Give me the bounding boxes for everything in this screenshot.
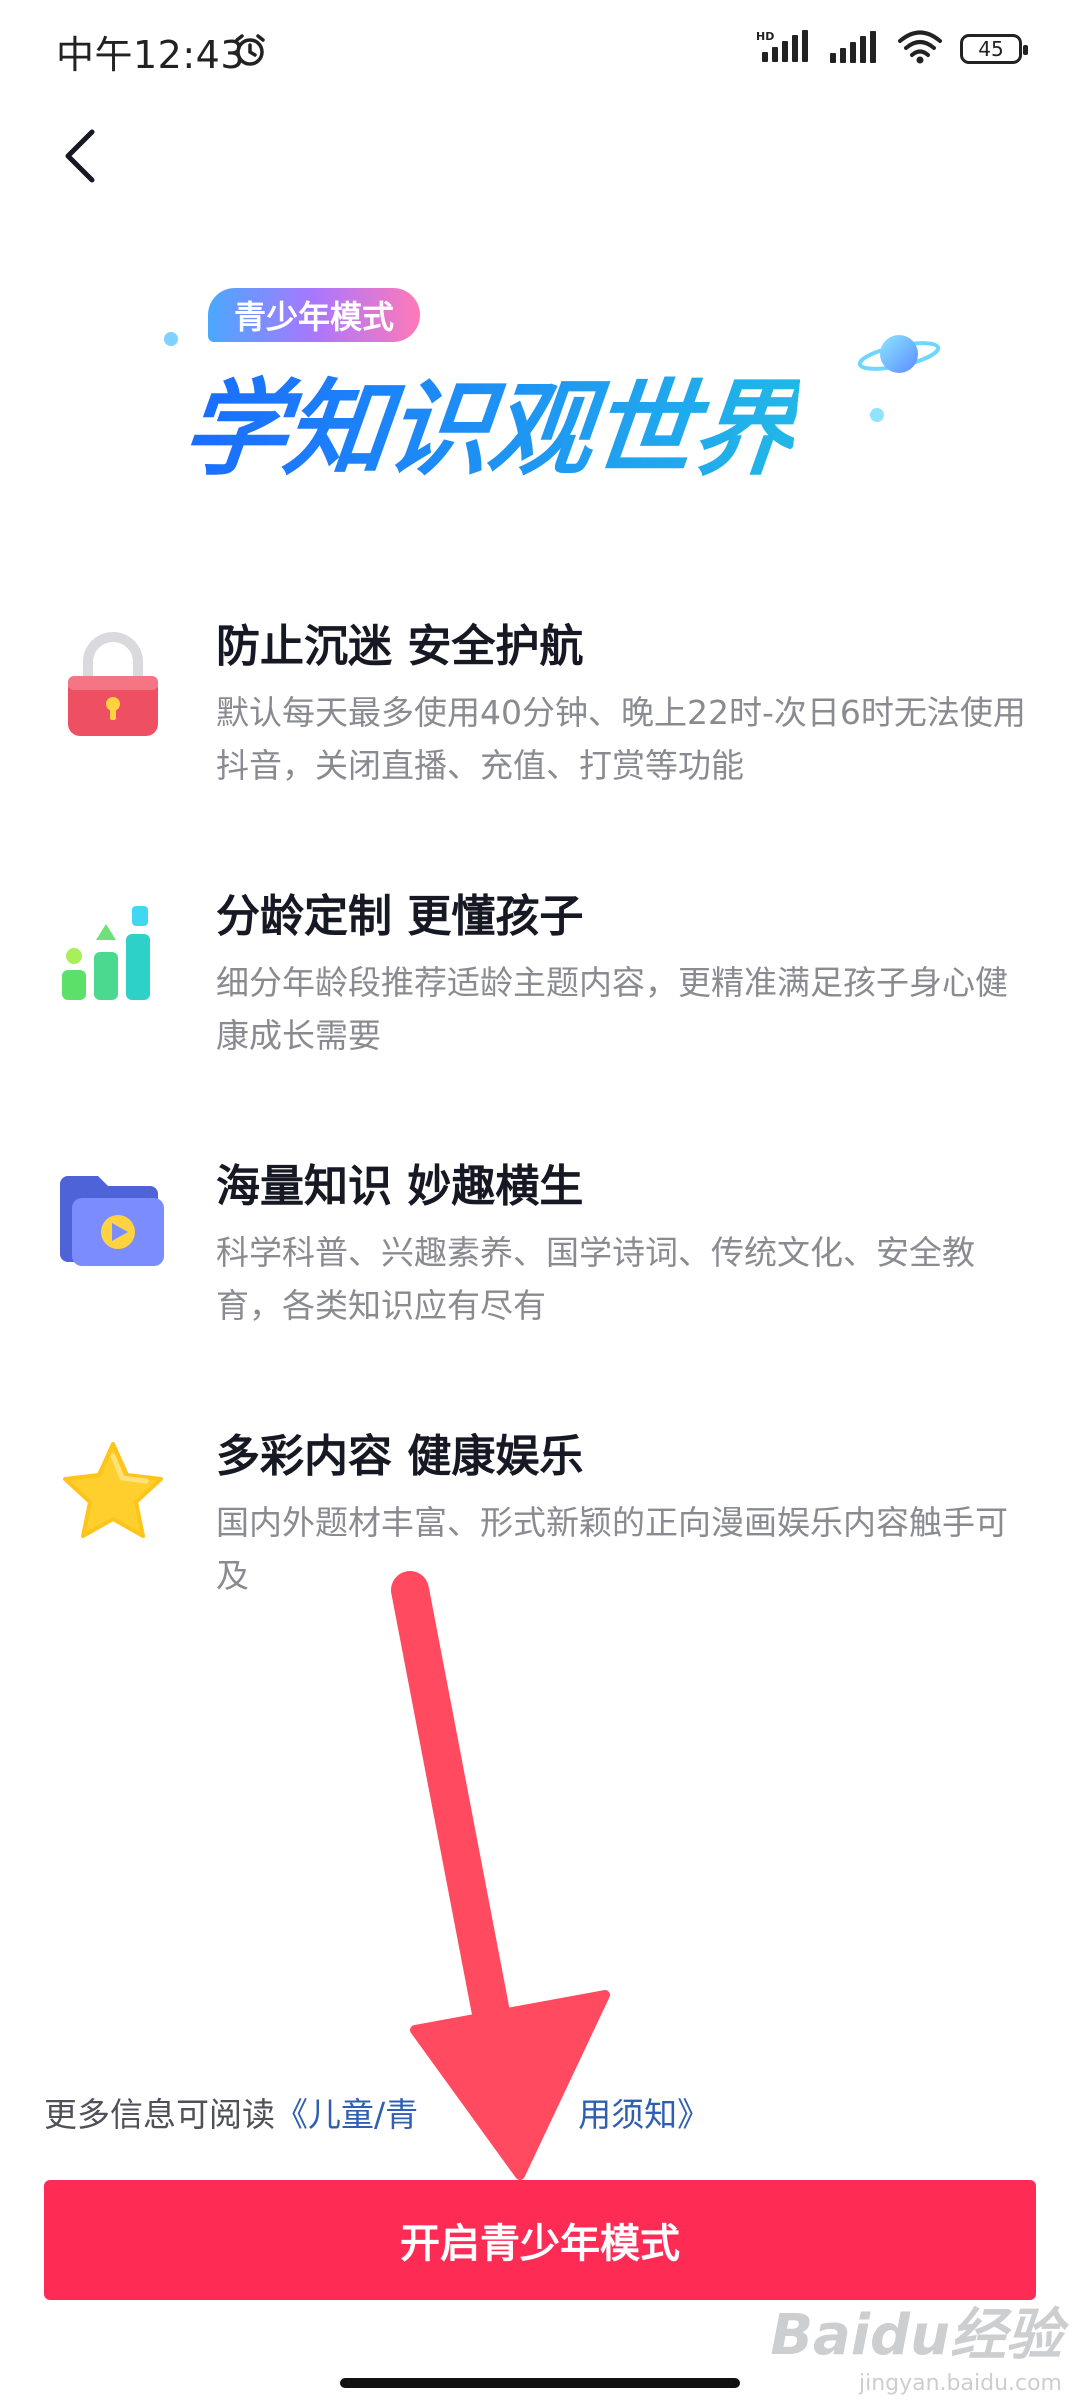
star-icon <box>58 1438 168 1548</box>
video-folder-icon <box>58 1168 168 1278</box>
feature-item: 防止沉迷 安全护航 默认每天最多使用40分钟、晚上22时-次日6时无法使用抖音，… <box>0 610 1080 810</box>
hero-title: 学知识观世界 <box>176 344 804 495</box>
feature-description: 默认每天最多使用40分钟、晚上22时-次日6时无法使用抖音，关闭直播、充值、打赏… <box>216 693 1026 785</box>
chevron-left-icon <box>62 128 98 188</box>
battery-indicator: 45 <box>960 34 1028 64</box>
cellular-signal-icon <box>830 31 880 67</box>
decor-dot <box>870 408 884 422</box>
hero-banner: 青少年模式 学知识观世界 <box>150 280 950 500</box>
baidu-watermark: Baidu经验 jingyan.baidu.com <box>770 2290 1062 2396</box>
back-button[interactable] <box>40 118 120 198</box>
teen-mode-badge: 青少年模式 <box>208 288 421 342</box>
guidelines-link[interactable]: 《儿童/青 用须知》 <box>275 2095 710 2134</box>
home-indicator[interactable] <box>340 2378 740 2388</box>
feature-description: 细分年龄段推荐适龄主题内容，更精准满足孩子身心健康成长需要 <box>216 963 1008 1055</box>
feature-description: 科学科普、兴趣素养、国学诗词、传统文化、安全教育，各类知识应有尽有 <box>216 1233 975 1325</box>
enable-teen-mode-button[interactable]: 开启青少年模式 <box>44 2180 1036 2300</box>
feature-item: 分龄定制 更懂孩子 细分年龄段推荐适龄主题内容，更精准满足孩子身心健康成长需要 <box>0 880 1080 1080</box>
feature-title: 多彩内容 健康娱乐 <box>216 1431 584 1482</box>
alarm-clock-icon <box>232 32 268 72</box>
feature-item: 海量知识 妙趣横生 科学科普、兴趣素养、国学诗词、传统文化、安全教育，各类知识应… <box>0 1150 1080 1350</box>
feature-item: 多彩内容 健康娱乐 国内外题材丰富、形式新颖的正向漫画娱乐内容触手可及 <box>0 1420 1080 1620</box>
feature-title: 分龄定制 更懂孩子 <box>216 891 584 942</box>
feature-title: 防止沉迷 安全护航 <box>216 621 584 672</box>
status-indicators: HD 45 <box>756 30 1028 68</box>
wifi-icon <box>898 30 942 68</box>
status-bar: 中午12:43 HD 45 <box>0 0 1080 100</box>
bar-chart-icon <box>58 898 168 1008</box>
status-time: 中午12:43 <box>56 33 246 77</box>
more-info-prefix: 更多信息可阅读 <box>44 2095 275 2134</box>
cellular-signal-hd-icon: HD <box>756 30 812 68</box>
planet-icon <box>854 320 944 394</box>
feature-description: 国内外题材丰富、形式新颖的正向漫画娱乐内容触手可及 <box>216 1503 1008 1595</box>
watermark-main: Baidu经验 <box>770 2303 1062 2368</box>
lock-icon <box>58 628 168 738</box>
more-info-text: 更多信息可阅读《儿童/青 用须知》 <box>44 2088 710 2136</box>
decor-dot <box>164 332 178 346</box>
watermark-sub: jingyan.baidu.com <box>858 2371 1062 2396</box>
svg-text:HD: HD <box>756 30 774 43</box>
feature-title: 海量知识 妙趣横生 <box>216 1161 584 1212</box>
